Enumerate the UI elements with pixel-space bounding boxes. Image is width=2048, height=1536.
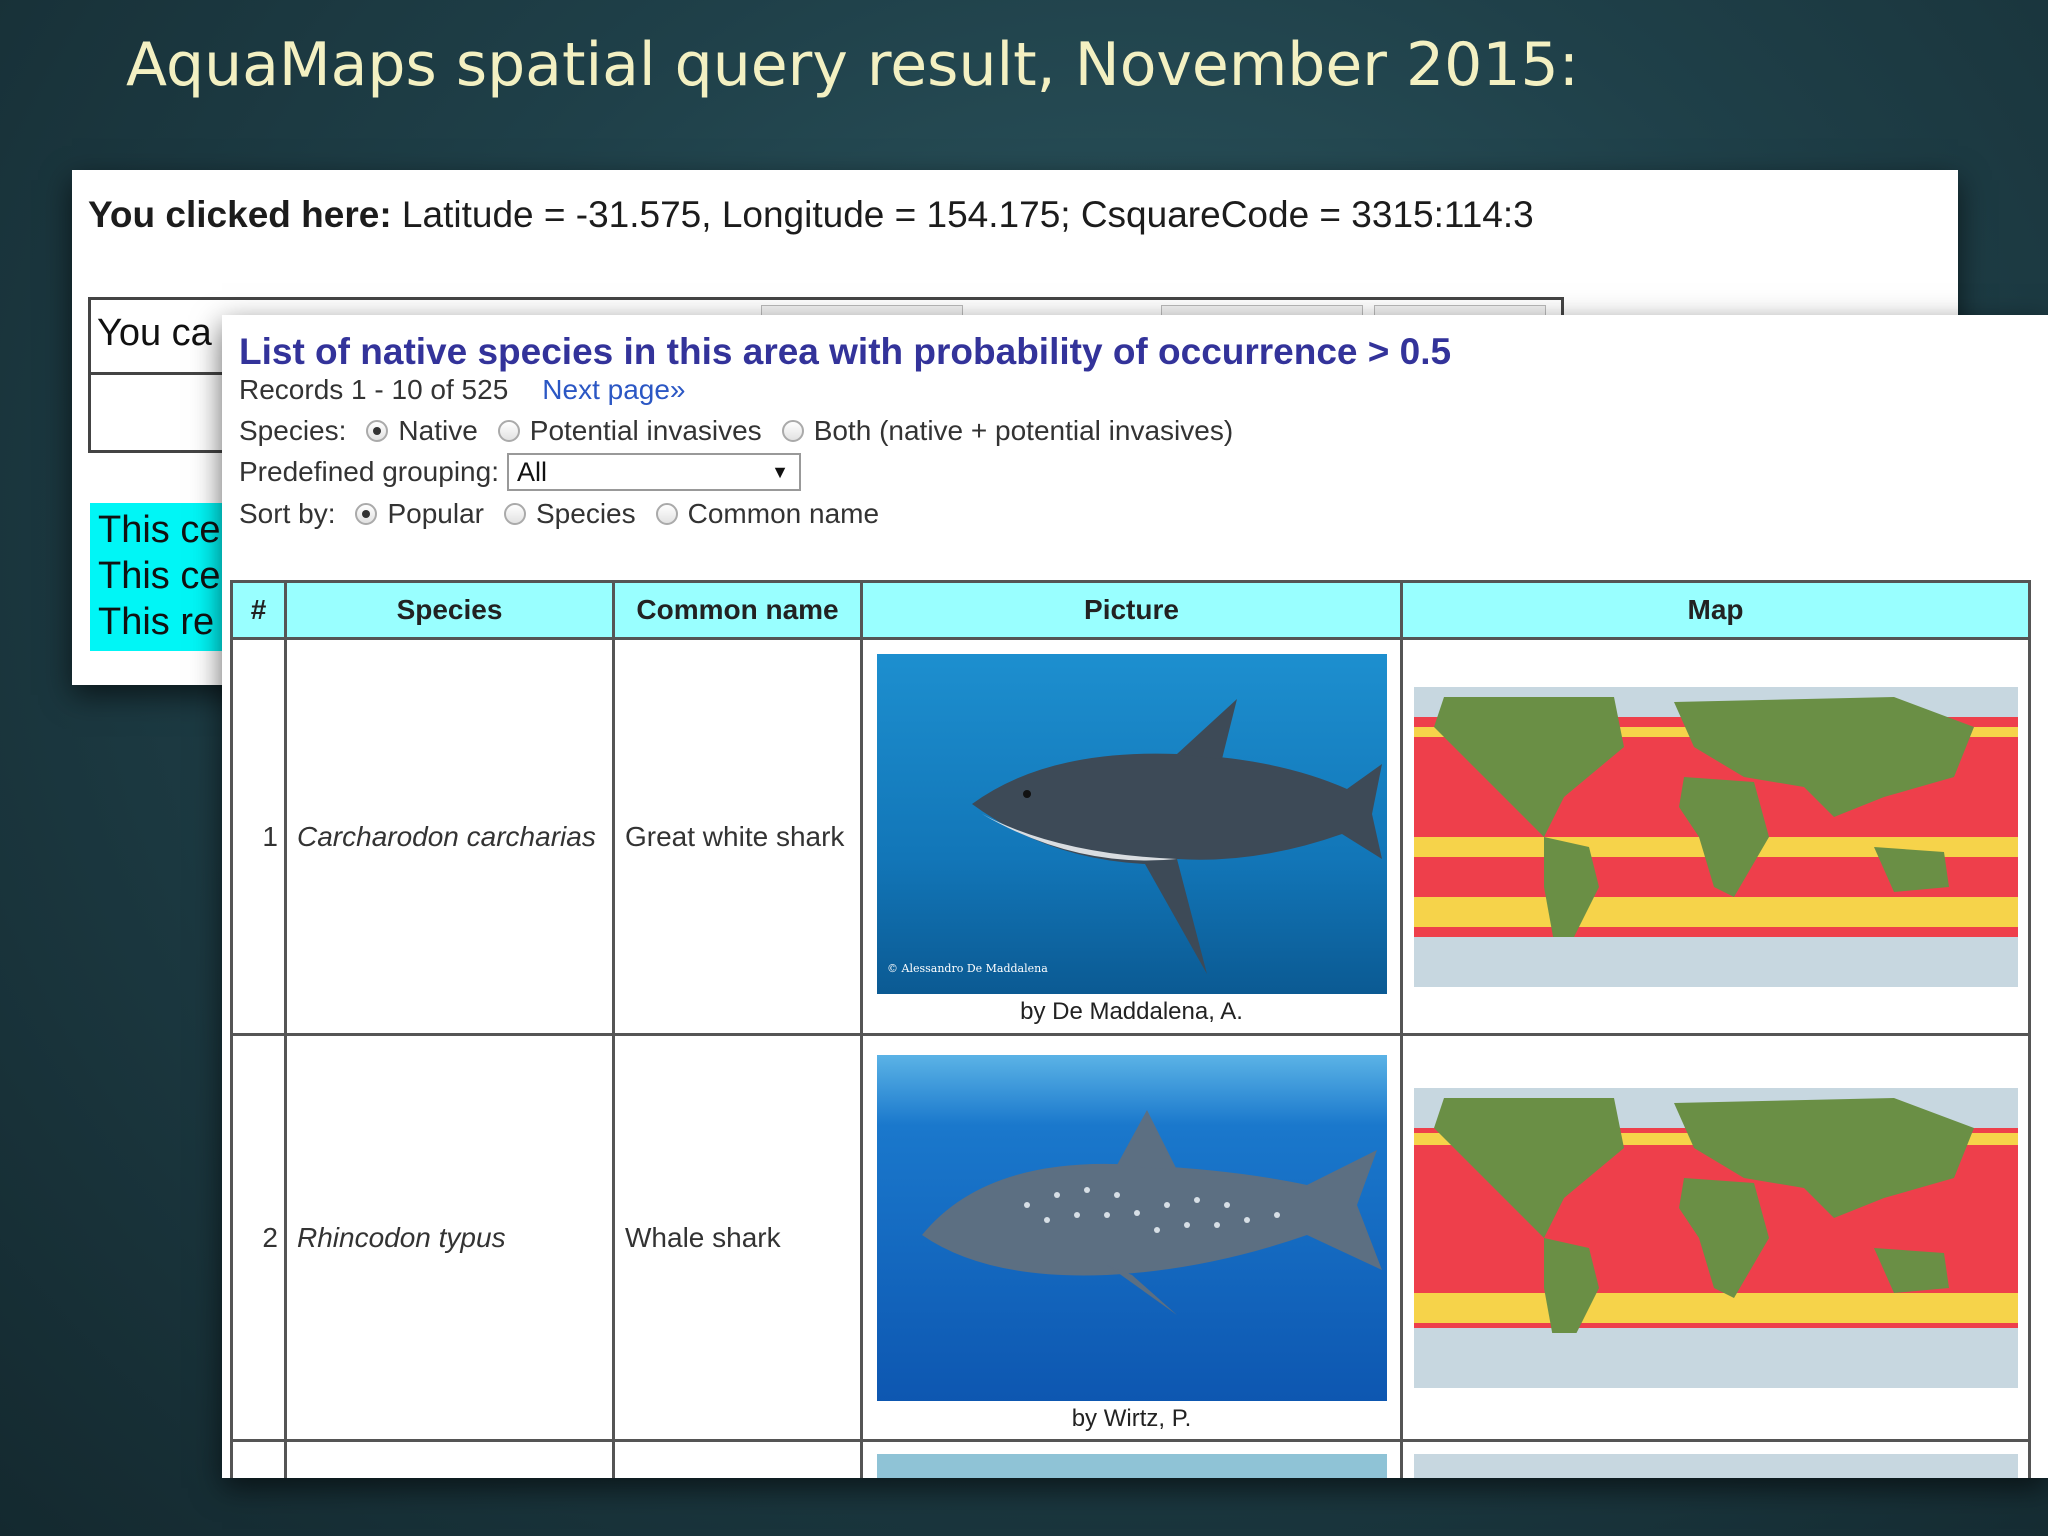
grouping-select[interactable]: All ▼ [506, 453, 801, 491]
clicked-location-line: You clicked here: Latitude = -31.575, Lo… [88, 194, 1534, 236]
radio-sort-common-name-label: Common name [687, 498, 880, 529]
next-page-link[interactable]: Next page» [542, 374, 685, 405]
photo-credit: by Wirtz, P. [1071, 1405, 1192, 1432]
picture-cell [860, 1439, 1403, 1478]
radio-sort-species[interactable] [504, 503, 526, 525]
back-table-text: You ca [97, 312, 212, 354]
species-filter: Species: Native Potential invasives Both… [239, 415, 1233, 447]
distribution-map[interactable] [1413, 686, 2018, 987]
col-header-picture: Picture [860, 580, 1403, 640]
grouping-filter: Predefined grouping: All ▼ [239, 453, 801, 491]
row-number: 1 [230, 637, 287, 1036]
photo-credit: by De Maddalena, A. [1020, 998, 1243, 1025]
records-line: Records 1 - 10 of 525 Next page» [239, 374, 686, 406]
species-link[interactable]: Carcharodon carcharias [284, 637, 615, 1036]
sort-options: Sort by: Popular Species Common name [239, 498, 879, 530]
picture-cell: © Alessandro De Maddalena by De Maddalen… [860, 637, 1403, 1036]
photo-watermark: © Alessandro De Maddalena [887, 962, 1048, 975]
col-header-map: Map [1400, 580, 2031, 640]
map-cell [1400, 637, 2031, 1036]
map-cell [1400, 1439, 2031, 1478]
radio-potential-invasives[interactable] [497, 420, 520, 442]
photo-partial [876, 1454, 1387, 1478]
radio-native-label: Native [398, 415, 478, 446]
species-link[interactable] [284, 1439, 615, 1478]
common-name: Whale shark [612, 1033, 863, 1442]
table-header-row: # Species Common name Picture Map [230, 580, 2031, 640]
records-count: Records 1 - 10 of 525 [239, 374, 509, 405]
radio-native[interactable] [366, 420, 389, 442]
list-title: List of native species in this area with… [239, 331, 1452, 372]
radio-both[interactable] [781, 420, 804, 442]
col-header-common-name: Common name [612, 580, 863, 640]
clicked-label: You clicked here: [88, 194, 392, 235]
map-cell [1400, 1033, 2031, 1442]
table-row: 2 Rhincodon typus Whale shark by Wirtz, … [230, 1033, 2031, 1442]
common-name [612, 1439, 863, 1478]
col-header-num: # [230, 580, 287, 640]
species-table: # Species Common name Picture Map 1 Carc… [230, 580, 2031, 1478]
distribution-map[interactable] [1413, 1087, 2018, 1388]
col-header-species: Species [284, 580, 615, 640]
species-filter-label: Species: [239, 415, 347, 446]
row-number [230, 1439, 287, 1478]
whale-shark-photo[interactable] [876, 1049, 1387, 1401]
chevron-down-icon: ▼ [771, 462, 789, 482]
table-row: 1 Carcharodon carcharias Great white sha… [230, 637, 2031, 1036]
row-number: 2 [230, 1033, 287, 1442]
map-partial [1413, 1454, 2018, 1478]
radio-sort-popular-label: Popular [387, 498, 484, 529]
species-link[interactable]: Rhincodon typus [284, 1033, 615, 1442]
common-name: Great white shark [612, 637, 863, 1036]
slide-title: AquaMaps spatial query result, November … [126, 30, 1579, 100]
species-list-window: List of native species in this area with… [222, 315, 2048, 1478]
radio-potential-invasives-label: Potential invasives [529, 415, 762, 446]
grouping-value: All [516, 457, 547, 487]
radio-both-label: Both (native + potential invasives) [813, 415, 1234, 446]
great-white-shark-photo[interactable]: © Alessandro De Maddalena [876, 654, 1387, 994]
picture-cell: by Wirtz, P. [860, 1033, 1403, 1442]
radio-sort-popular[interactable] [355, 503, 378, 525]
sort-label: Sort by: [239, 498, 336, 529]
table-row [230, 1439, 2031, 1478]
grouping-label: Predefined grouping: [239, 456, 499, 487]
radio-sort-species-label: Species [536, 498, 636, 529]
radio-sort-common-name[interactable] [655, 503, 678, 525]
clicked-details: Latitude = -31.575, Longitude = 154.175;… [391, 194, 1534, 235]
